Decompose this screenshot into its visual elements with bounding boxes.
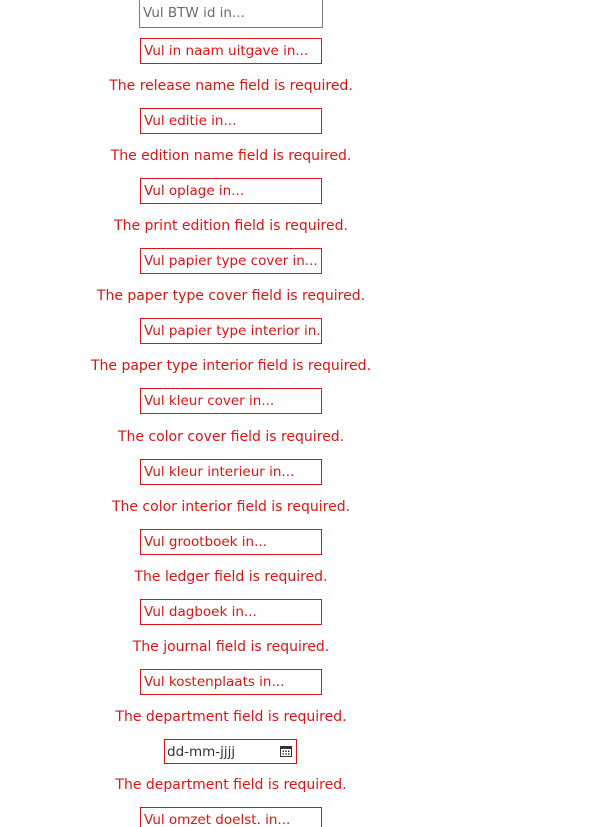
journal-error: The journal field is required. bbox=[132, 639, 330, 655]
color-cover-error: The color cover field is required. bbox=[117, 429, 345, 445]
paper-type-interior-input[interactable] bbox=[140, 318, 322, 344]
print-edition-error: The print edition field is required. bbox=[114, 218, 348, 234]
paper-type-cover-input[interactable] bbox=[140, 248, 322, 274]
release-name-error: The release name field is required. bbox=[109, 78, 353, 94]
revenue-target-input[interactable] bbox=[140, 807, 322, 827]
color-interior-error: The color interior field is required. bbox=[111, 499, 351, 515]
release-name-input[interactable] bbox=[140, 38, 322, 64]
date-placeholder: dd-mm-jjjj bbox=[167, 744, 236, 760]
paper-type-interior-error: The paper type interior field is require… bbox=[90, 358, 372, 374]
ledger-input[interactable] bbox=[140, 529, 322, 555]
ledger-error: The ledger field is required. bbox=[134, 569, 328, 585]
color-interior-input[interactable] bbox=[140, 459, 322, 485]
department-input[interactable] bbox=[140, 669, 322, 695]
edition-input[interactable] bbox=[140, 108, 322, 134]
department-error: The department field is required. bbox=[115, 709, 347, 725]
paper-type-cover-error: The paper type cover field is required. bbox=[96, 288, 366, 304]
form-page: The release name field is required. The … bbox=[0, 0, 612, 827]
date-input[interactable]: dd-mm-jjjj bbox=[164, 739, 297, 764]
calendar-icon[interactable] bbox=[280, 745, 292, 757]
date-error: The department field is required. bbox=[115, 777, 347, 793]
print-edition-input[interactable] bbox=[140, 178, 322, 204]
vat-id-input[interactable] bbox=[139, 0, 323, 28]
journal-input[interactable] bbox=[140, 599, 322, 625]
color-cover-input[interactable] bbox=[140, 388, 322, 414]
edition-error: The edition name field is required. bbox=[110, 148, 352, 164]
